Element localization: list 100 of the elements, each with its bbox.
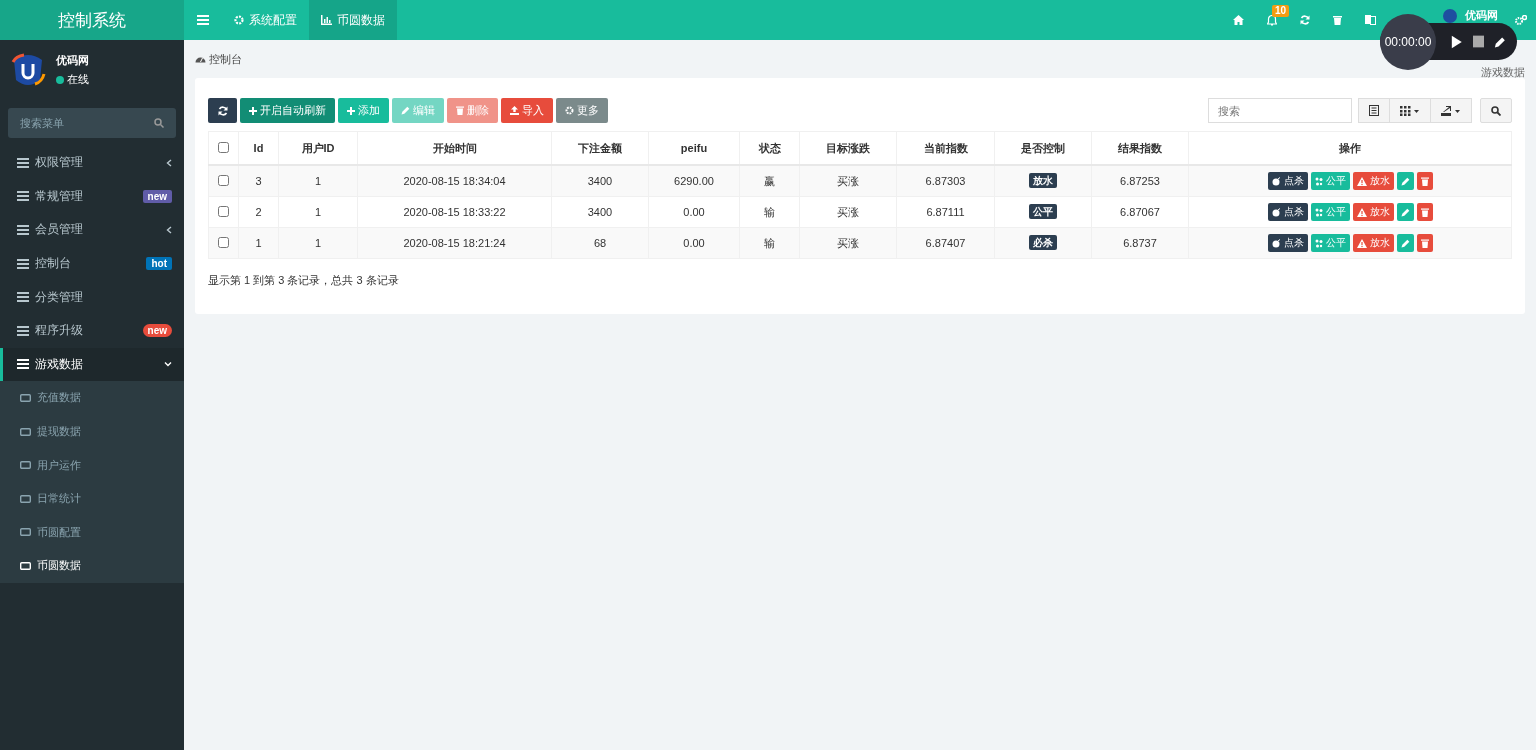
action-button[interactable]: 放水 <box>1352 172 1394 190</box>
action-button[interactable]: 放水 <box>1352 203 1394 221</box>
trash-icon[interactable] <box>1333 15 1342 25</box>
frame-icon <box>20 528 31 537</box>
edit-button[interactable] <box>1396 172 1414 190</box>
delete-button[interactable] <box>1416 172 1433 190</box>
toolbar-button[interactable]: 更多 <box>556 98 608 123</box>
nav-tab[interactable]: 币圆数据 <box>309 0 397 40</box>
select-all-checkbox[interactable] <box>218 141 229 153</box>
export-button[interactable] <box>1430 98 1472 123</box>
menu-icon[interactable] <box>197 15 209 25</box>
trash-icon <box>456 106 464 115</box>
search-icon[interactable] <box>154 118 164 128</box>
sidebar-item[interactable]: 分类管理 <box>0 280 184 314</box>
translate-icon[interactable] <box>1365 15 1376 25</box>
table-cell: 6.87253 <box>1091 165 1189 197</box>
play-icon[interactable] <box>1450 34 1463 49</box>
dots-icon <box>1314 238 1323 248</box>
gear-icon <box>234 15 244 25</box>
action-button[interactable]: 公平 <box>1310 203 1350 221</box>
dashboard-icon <box>195 55 206 63</box>
refresh-icon[interactable] <box>1299 15 1310 25</box>
logo-icon <box>10 52 46 88</box>
table-cell: 输 <box>739 196 800 228</box>
list-icon <box>17 292 29 303</box>
action-button[interactable]: 公平 <box>1310 234 1350 252</box>
control-label: 公平 <box>1029 204 1057 219</box>
delete-button[interactable] <box>1416 203 1433 221</box>
toolbar-button[interactable]: 导入 <box>501 98 553 123</box>
home-icon[interactable] <box>1233 15 1244 25</box>
trash-icon <box>1420 176 1429 186</box>
breadcrumb[interactable]: 控制台 <box>209 51 242 67</box>
sidebar-item[interactable]: 控制台 hot <box>0 246 184 281</box>
row-checkbox[interactable] <box>218 205 229 217</box>
toolbar-button[interactable]: 添加 <box>338 98 389 123</box>
chevron-left-icon <box>166 158 172 167</box>
warning-icon <box>1356 207 1367 217</box>
table-cell: 6.87303 <box>896 165 995 197</box>
refresh-icon <box>217 105 228 116</box>
table-cell: 2020-08-15 18:33:22 <box>357 196 552 228</box>
table-cell: 2020-08-15 18:21:24 <box>357 227 552 259</box>
toggle-view-button[interactable] <box>1358 98 1390 123</box>
brand-title: 控制系统 <box>0 0 184 40</box>
frame-icon <box>20 494 31 503</box>
table-cell: 6.87407 <box>896 227 995 259</box>
search-field[interactable]: 搜索 <box>1208 98 1352 123</box>
submenu-item[interactable]: 币圆配置 <box>2 515 184 550</box>
table-cell: 6290.00 <box>648 165 740 197</box>
sidebar-item[interactable]: 游戏数据 <box>0 347 184 382</box>
table-cell: 2020-08-15 18:34:04 <box>357 165 552 197</box>
table-cell: 6.87111 <box>896 196 995 228</box>
action-button[interactable]: 点杀 <box>1267 172 1308 190</box>
table-cell: 0.00 <box>648 227 740 259</box>
frame-icon <box>20 561 31 570</box>
action-button[interactable]: 放水 <box>1352 234 1394 252</box>
user-status: 在线 <box>67 72 89 87</box>
table-cell: 买涨 <box>799 227 897 259</box>
menu-search-field[interactable]: 搜索菜单 <box>8 108 176 138</box>
warning-icon <box>1356 238 1367 248</box>
page-title: 游戏数据 <box>1481 66 1525 78</box>
columns-button[interactable] <box>1389 98 1431 123</box>
sidebar-item[interactable]: 会员管理 <box>0 213 184 247</box>
warning-icon <box>1356 176 1367 186</box>
user-name[interactable]: 优码网 <box>1465 9 1498 21</box>
bell-icon[interactable] <box>1266 14 1277 26</box>
gear-icon <box>565 106 574 115</box>
row-checkbox[interactable] <box>218 174 229 186</box>
action-button[interactable]: 点杀 <box>1267 234 1308 252</box>
user-name: 优码网 <box>56 53 89 68</box>
frame-icon <box>20 461 31 470</box>
frame-icon <box>20 393 31 402</box>
search-icon <box>1491 105 1501 116</box>
bomb-icon <box>1271 238 1281 248</box>
stop-icon[interactable] <box>1472 35 1485 48</box>
action-button[interactable]: 公平 <box>1310 172 1350 190</box>
edit-button[interactable] <box>1396 234 1414 252</box>
nav-tab[interactable]: 系统配置 <box>222 0 309 40</box>
search-button[interactable] <box>1480 98 1512 123</box>
submenu-item[interactable]: 充值数据 <box>2 381 184 415</box>
plus-icon <box>249 106 257 115</box>
control-label: 放水 <box>1029 173 1057 188</box>
edit-button[interactable] <box>1396 203 1414 221</box>
menu-badge: new <box>142 189 172 203</box>
action-button[interactable]: 点杀 <box>1267 203 1308 221</box>
submenu-item[interactable]: 用户运作 <box>2 448 184 482</box>
submenu-item[interactable]: 币圆数据 <box>2 549 184 583</box>
dots-icon <box>1314 207 1323 217</box>
list-icon <box>1369 105 1379 116</box>
submenu-item[interactable]: 日常统计 <box>2 481 184 516</box>
sidebar-item[interactable]: 常规管理 new <box>0 179 184 214</box>
toolbar-button[interactable]: 开启自动刷新 <box>240 98 335 123</box>
delete-button[interactable] <box>1416 234 1433 252</box>
menu-badge: hot <box>146 257 172 271</box>
sidebar-item[interactable]: 权限管理 <box>0 146 184 180</box>
list-icon <box>17 157 29 168</box>
refresh-button[interactable] <box>208 98 237 123</box>
sidebar-item[interactable]: 程序升级 new <box>0 313 184 348</box>
settings-icon[interactable] <box>1515 14 1527 26</box>
submenu-item[interactable]: 提现数据 <box>2 414 184 449</box>
row-checkbox[interactable] <box>218 236 229 248</box>
